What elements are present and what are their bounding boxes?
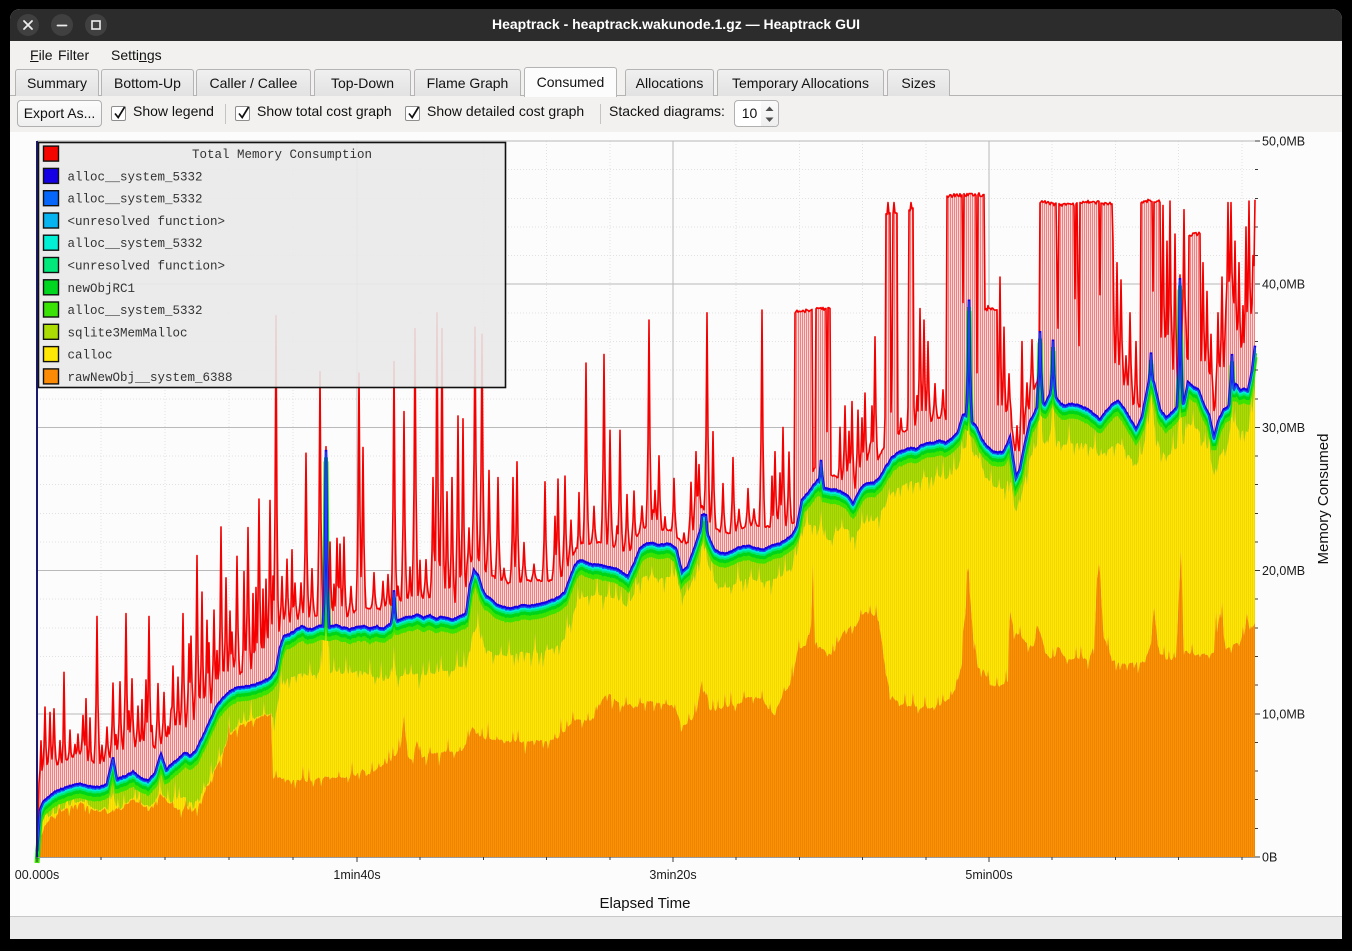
- svg-text:alloc__system_5332: alloc__system_5332: [68, 170, 203, 184]
- svg-text:alloc__system_5332: alloc__system_5332: [68, 304, 203, 318]
- svg-text:30,0MB: 30,0MB: [1262, 421, 1305, 435]
- svg-text:<unresolved function>: <unresolved function>: [68, 260, 226, 274]
- svg-text:alloc__system_5332: alloc__system_5332: [68, 193, 203, 207]
- svg-text:5min00s: 5min00s: [965, 868, 1012, 882]
- svg-text:Total Memory Consumption: Total Memory Consumption: [192, 148, 372, 162]
- svg-text:1min40s: 1min40s: [333, 868, 380, 882]
- svg-text:rawNewObj__system_6388: rawNewObj__system_6388: [68, 371, 233, 385]
- svg-text:sqlite3MemMalloc: sqlite3MemMalloc: [68, 326, 188, 340]
- svg-text:3min20s: 3min20s: [649, 868, 696, 882]
- svg-text:calloc: calloc: [68, 349, 113, 363]
- svg-text:50,0MB: 50,0MB: [1262, 135, 1305, 149]
- svg-text:0B: 0B: [1262, 851, 1277, 865]
- svg-text:Memory Consumed: Memory Consumed: [1315, 434, 1332, 565]
- svg-text:40,0MB: 40,0MB: [1262, 278, 1305, 292]
- svg-text:10,0MB: 10,0MB: [1262, 707, 1305, 721]
- svg-text:Elapsed Time: Elapsed Time: [600, 895, 691, 912]
- svg-text:newObjRC1: newObjRC1: [68, 282, 136, 296]
- svg-text:20,0MB: 20,0MB: [1262, 564, 1305, 578]
- svg-text:<unresolved function>: <unresolved function>: [68, 215, 226, 229]
- svg-text:alloc__system_5332: alloc__system_5332: [68, 237, 203, 251]
- svg-text:00.000s: 00.000s: [15, 868, 59, 882]
